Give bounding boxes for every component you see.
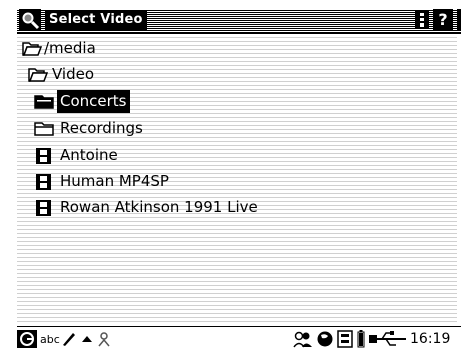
tree-row-recordings[interactable]: Recordings xyxy=(34,117,143,140)
folder-open-icon xyxy=(28,67,48,82)
tree-row-label: Antoine xyxy=(60,146,118,164)
battery-icon xyxy=(357,330,365,348)
menu-button[interactable] xyxy=(415,11,429,29)
tree-row-root[interactable]: /media xyxy=(22,37,96,60)
tree-row-label: Concerts xyxy=(57,90,130,113)
input-mode-text: abc xyxy=(40,333,60,346)
folder-open-icon xyxy=(22,41,42,56)
tree-row-concerts[interactable]: Concerts xyxy=(34,90,130,113)
film-icon xyxy=(36,147,51,164)
eject-icon[interactable] xyxy=(81,333,93,345)
folder-icon xyxy=(34,121,54,136)
tree-row-label: Human MP4SP xyxy=(60,172,169,190)
window-title: Select Video xyxy=(45,10,147,30)
menu-dots-icon xyxy=(420,13,424,27)
person-icon[interactable] xyxy=(96,331,112,347)
tree-row-label: Video xyxy=(52,65,95,83)
tree-row-label: /media xyxy=(44,39,96,57)
home-icon[interactable] xyxy=(17,330,37,348)
usb-icon xyxy=(369,331,406,346)
globe-icon xyxy=(317,331,333,347)
help-button[interactable]: ? xyxy=(433,9,453,31)
film-icon xyxy=(36,199,51,216)
tree-row-label: Recordings xyxy=(60,119,143,137)
title-bar: Select Video ? X xyxy=(17,9,461,34)
status-clock: 16:19 xyxy=(410,331,451,347)
folder-icon xyxy=(34,94,54,109)
file-browser-list: /media Video Concerts Recordings Antoine… xyxy=(17,34,457,324)
tree-row-human-mp4sp[interactable]: Human MP4SP xyxy=(34,170,169,193)
status-bar: abc 16:19 xyxy=(17,326,461,350)
film-icon xyxy=(36,173,51,190)
screen: Select Video ? X /media Video xyxy=(0,0,461,350)
people-icon xyxy=(293,331,312,348)
tree-row-rowan-atkinson[interactable]: Rowan Atkinson 1991 Live xyxy=(34,196,258,219)
memory-icon xyxy=(337,330,353,348)
tree-row-video[interactable]: Video xyxy=(28,63,94,86)
magnifier-icon xyxy=(19,9,41,31)
tree-row-antoine[interactable]: Antoine xyxy=(34,144,118,167)
tree-row-label: Rowan Atkinson 1991 Live xyxy=(60,198,258,216)
pen-icon[interactable] xyxy=(61,331,77,347)
close-button[interactable]: X xyxy=(457,9,461,31)
